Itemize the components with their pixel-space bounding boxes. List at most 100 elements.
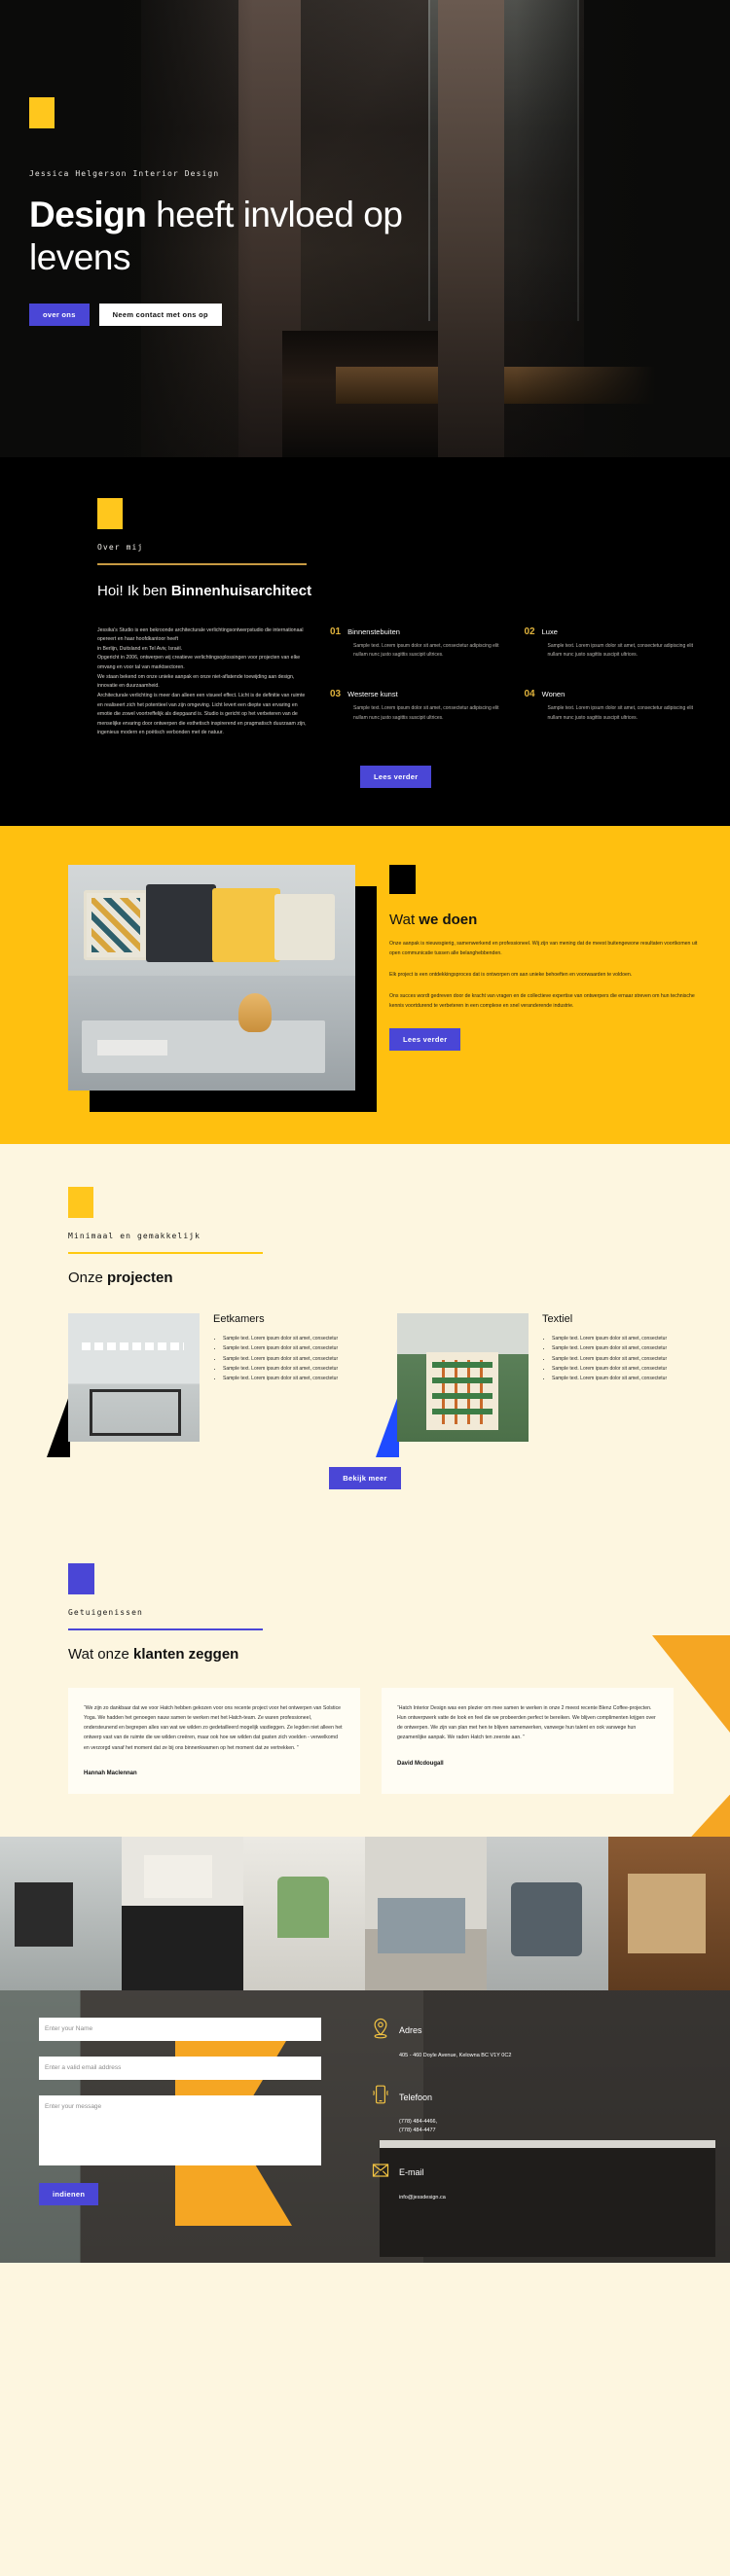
about-heading-light: Hoi! Ik ben xyxy=(97,582,171,599)
hero-button-group: over ons Neem contact met ons op xyxy=(29,304,438,327)
name-input[interactable] xyxy=(39,2017,321,2041)
about-footer-row: Lees verder xyxy=(29,738,701,826)
testimonial-card: “Hatch Interior Design was een plezier o… xyxy=(382,1688,674,1794)
project-bullet-list: Sample text. Lorem ipsum dolor sit amet,… xyxy=(213,1335,338,1383)
project-bullet: Sample text. Lorem ipsum dolor sit amet,… xyxy=(223,1365,338,1374)
yellow-accent-square xyxy=(29,97,55,128)
projects-heading: Onze projecten xyxy=(68,1270,701,1286)
feature-text: Sample text. Lorem ipsum dolor sit amet,… xyxy=(547,705,694,721)
contact-info-title: E-mail xyxy=(399,2167,424,2178)
projects-eyebrow: Minimaal en gemakkelijk xyxy=(68,1232,201,1240)
what-we-do-heading-light: Wat xyxy=(389,912,420,928)
project-image-wrap xyxy=(376,1313,529,1457)
feature-grid: 01 Binnenstebuiten Sample text. Lorem ipsu… xyxy=(330,626,701,739)
project-content: Textiel Sample text. Lorem ipsum dolor si… xyxy=(542,1313,667,1442)
project-card[interactable]: Eetkamers Sample text. Lorem ipsum dolor … xyxy=(47,1313,372,1457)
about-paragraph: Jessika's Studio is een bekroonde archit… xyxy=(97,626,304,643)
phone-icon xyxy=(372,2084,389,2110)
project-title: Eetkamers xyxy=(213,1313,265,1325)
feature-header: 03 Westerse kunst xyxy=(330,689,507,699)
project-bullet-list: Sample text. Lorem ipsum dolor sit amet,… xyxy=(542,1335,667,1383)
feature-text: Sample text. Lorem ipsum dolor sit amet,… xyxy=(547,642,694,659)
contact-info-header: Telefoon xyxy=(372,2084,644,2110)
feature-text: Sample text. Lorem ipsum dolor sit amet,… xyxy=(353,642,499,659)
hero-eyebrow: Jessica Helgerson Interior Design xyxy=(29,169,220,178)
testimonial-card: “We zijn zo dankbaar dat we voor Hatch h… xyxy=(68,1688,360,1794)
submit-button[interactable]: indienen xyxy=(39,2182,99,2205)
about-body-text: Jessika's Studio is een bekroonde archit… xyxy=(97,626,307,739)
projects-grid: Eetkamers Sample text. Lorem ipsum dolor … xyxy=(47,1313,701,1457)
testimonial-author: Hannah Maclennan xyxy=(84,1770,137,1776)
project-image xyxy=(68,1313,200,1442)
project-image-wrap xyxy=(47,1313,200,1457)
contact-us-button[interactable]: Neem contact met ons op xyxy=(98,304,222,327)
hero-title-strong: Design xyxy=(29,195,147,234)
message-textarea[interactable] xyxy=(39,2094,321,2165)
project-image xyxy=(397,1313,529,1442)
about-paragraph: Opgericht in 2006, ontwerpen wij creatie… xyxy=(97,655,301,670)
project-title: Textiel xyxy=(542,1313,573,1325)
pillow-patterned xyxy=(84,890,148,960)
yellow-accent-square xyxy=(97,498,123,529)
about-read-more-wrap: Lees verder xyxy=(360,766,432,788)
gallery-image-6 xyxy=(608,1836,730,1990)
triangle-accent xyxy=(47,1393,70,1457)
testimonials-heading-light: Wat onze xyxy=(68,1646,133,1663)
gallery-image-5 xyxy=(487,1836,608,1990)
gallery-image-3 xyxy=(243,1836,365,1990)
what-we-do-heading: Wat we doen xyxy=(389,912,701,928)
feature-title: Luxe xyxy=(541,626,558,636)
project-content: Eetkamers Sample text. Lorem ipsum dolor … xyxy=(213,1313,338,1442)
project-bullet: Sample text. Lorem ipsum dolor sit amet,… xyxy=(223,1335,338,1343)
about-eyebrow: Over mij xyxy=(97,543,144,552)
feature-item: 04 Wonen Sample text. Lorem ipsum dolor si… xyxy=(525,689,702,738)
what-we-do-paragraph: Elk project is een ontdekkingsproces dat… xyxy=(389,971,633,978)
divider-line xyxy=(97,563,307,565)
yellow-accent-square xyxy=(68,1187,93,1218)
about-paragraph: Architecturale verlichting is meer dan a… xyxy=(97,692,307,736)
contact-info-block: Telefoon (778) 484-4466, (778) 484-4477 xyxy=(372,2084,644,2136)
table-area xyxy=(68,976,355,1091)
testimonial-author: David Mcdougall xyxy=(397,1760,444,1767)
read-more-button[interactable]: Lees verder xyxy=(360,766,432,788)
contact-info-text: 405 - 460 Doyle Avenue, Kelowna BC V1Y 0… xyxy=(399,2052,512,2058)
testimonials-eyebrow: Getuigenissen xyxy=(68,1608,143,1617)
about-paragraph: We staan bekend om onze unieke aanpak en… xyxy=(97,673,295,690)
hero-section: Jessica Helgerson Interior Design Design… xyxy=(0,0,730,457)
project-bullet: Sample text. Lorem ipsum dolor sit amet,… xyxy=(552,1375,667,1383)
project-bullet: Sample text. Lorem ipsum dolor sit amet,… xyxy=(552,1365,667,1374)
contact-section: indienen Adres 405 - 460 Doyle Avenue, Ke… xyxy=(0,1989,730,2263)
about-us-button[interactable]: over ons xyxy=(29,304,90,327)
contact-info-block: Adres 405 - 460 Doyle Avenue, Kelowna BC … xyxy=(372,2018,644,2060)
projects-cta-row: Bekijk meer xyxy=(29,1467,701,1489)
divider-line xyxy=(68,1628,263,1630)
projects-heading-bold: projecten xyxy=(107,1270,173,1286)
feature-header: 04 Wonen xyxy=(525,689,702,699)
gallery-image-4 xyxy=(365,1836,487,1990)
feature-number: 04 xyxy=(524,689,535,700)
testimonial-quote: “Hatch Interior Design was een plezier o… xyxy=(397,1705,656,1741)
testimonials-heading: Wat onze klanten zeggen xyxy=(68,1646,701,1663)
contact-info-header: E-mail xyxy=(372,2160,644,2186)
contact-info: Adres 405 - 460 Doyle Avenue, Kelowna BC … xyxy=(372,2018,644,2226)
read-more-button[interactable]: Lees verder xyxy=(389,1028,461,1052)
email-input[interactable] xyxy=(39,2056,321,2080)
contact-info-title: Telefoon xyxy=(399,2092,433,2102)
what-we-do-heading-bold: we doen xyxy=(419,912,478,928)
hero-content: Jessica Helgerson Interior Design Design… xyxy=(29,0,438,327)
feature-text: Sample text. Lorem ipsum dolor sit amet,… xyxy=(353,705,499,721)
feature-title: Westerse kunst xyxy=(347,690,398,699)
testimonials-grid: “We zijn zo dankbaar dat we voor Hatch h… xyxy=(68,1688,701,1794)
feature-item: 01 Binnenstebuiten Sample text. Lorem ipsu… xyxy=(330,626,507,676)
feature-item: 02 Luxe Sample text. Lorem ipsum dolor sit… xyxy=(525,626,702,676)
projects-section: Minimaal en gemakkelijk Onze projecten E… xyxy=(0,1144,730,1528)
view-more-button[interactable]: Bekijk meer xyxy=(329,1467,401,1489)
what-we-do-section: Wat we doen Onze aanpak is nieuwsgierig,… xyxy=(0,826,730,1144)
project-card[interactable]: Textiel Sample text. Lorem ipsum dolor si… xyxy=(376,1313,701,1457)
landing-page: Jessica Helgerson Interior Design Design… xyxy=(0,0,730,2263)
project-bullet: Sample text. Lorem ipsum dolor sit amet,… xyxy=(552,1355,667,1364)
envelope-icon xyxy=(372,2160,389,2186)
projects-heading-light: Onze xyxy=(68,1270,108,1286)
feature-number: 01 xyxy=(330,626,342,637)
pillow-dark xyxy=(146,884,216,962)
